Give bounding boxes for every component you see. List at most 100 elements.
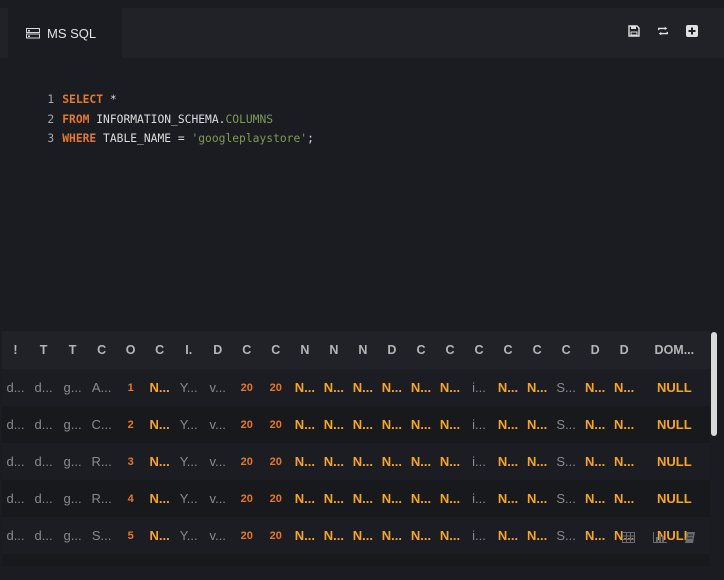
table-cell[interactable]: N... bbox=[522, 443, 552, 480]
add-icon[interactable] bbox=[686, 24, 698, 38]
table-cell[interactable]: 20 bbox=[232, 443, 262, 480]
table-cell[interactable]: NULL bbox=[638, 369, 710, 406]
table-cell[interactable]: d... bbox=[29, 443, 59, 480]
table-cell[interactable]: N... bbox=[290, 480, 320, 517]
column-header[interactable]: D bbox=[580, 331, 610, 369]
table-cell[interactable]: N... bbox=[580, 480, 610, 517]
table-cell[interactable]: R... bbox=[87, 480, 117, 517]
column-header[interactable]: T bbox=[29, 331, 59, 369]
column-header[interactable]: N bbox=[290, 331, 320, 369]
table-cell[interactable]: N... bbox=[319, 480, 349, 517]
refresh-icon[interactable] bbox=[657, 24, 669, 38]
column-header[interactable]: O bbox=[116, 331, 146, 369]
table-cell[interactable]: N... bbox=[319, 517, 349, 554]
table-cell[interactable]: d... bbox=[2, 480, 30, 517]
table-cell[interactable]: 4 bbox=[116, 480, 146, 517]
table-cell[interactable]: 20 bbox=[261, 369, 291, 406]
table-cell[interactable]: d... bbox=[2, 406, 30, 443]
table-row[interactable]: d... d... g... R... 3 N... Y... v... 20 20 N... N..… bbox=[2, 443, 710, 480]
table-cell[interactable]: N... bbox=[435, 406, 465, 443]
table-cell[interactable]: g... bbox=[58, 480, 88, 517]
table-row[interactable]: d... d... g... R... 4 N... Y... v... 20 20 N... N..… bbox=[2, 480, 710, 517]
table-cell[interactable]: S... bbox=[551, 369, 581, 406]
table-cell[interactable]: N bbox=[522, 554, 552, 566]
table-cell[interactable]: 2 bbox=[116, 406, 146, 443]
table-cell[interactable]: N... bbox=[406, 369, 436, 406]
table-cell[interactable]: d... bbox=[2, 443, 30, 480]
table-cell[interactable]: N... bbox=[435, 369, 465, 406]
table-cell[interactable]: d bbox=[29, 554, 59, 566]
table-cell[interactable]: N... bbox=[145, 480, 175, 517]
column-header[interactable]: C bbox=[464, 331, 494, 369]
table-cell[interactable]: g... bbox=[58, 369, 88, 406]
table-cell[interactable]: v... bbox=[203, 480, 233, 517]
table-cell[interactable]: NULL bbox=[638, 480, 710, 517]
table-cell[interactable]: N... bbox=[522, 480, 552, 517]
table-cell[interactable]: 20 bbox=[261, 406, 291, 443]
table-cell[interactable]: N... bbox=[493, 517, 523, 554]
table-cell[interactable]: i... bbox=[464, 443, 494, 480]
table-cell[interactable]: N bbox=[319, 554, 349, 566]
table-cell[interactable]: N... bbox=[493, 406, 523, 443]
table-cell[interactable]: v bbox=[203, 554, 233, 566]
column-header[interactable]: N bbox=[319, 331, 349, 369]
table-cell[interactable]: N... bbox=[377, 517, 407, 554]
table-cell[interactable]: S... bbox=[551, 517, 581, 554]
table-cell[interactable]: N... bbox=[406, 480, 436, 517]
column-header[interactable]: C bbox=[493, 331, 523, 369]
table-cell[interactable]: 20 bbox=[261, 443, 291, 480]
table-cell[interactable]: A... bbox=[87, 369, 117, 406]
table-cell[interactable]: 20 bbox=[232, 517, 262, 554]
table-cell[interactable]: N... bbox=[522, 406, 552, 443]
table-cell[interactable]: N... bbox=[609, 480, 639, 517]
table-cell[interactable]: g... bbox=[58, 443, 88, 480]
table-cell[interactable]: N... bbox=[406, 443, 436, 480]
column-header[interactable]: C bbox=[551, 331, 581, 369]
table-cell[interactable]: N... bbox=[290, 443, 320, 480]
table-cell[interactable]: d... bbox=[2, 517, 30, 554]
table-cell[interactable]: N... bbox=[580, 517, 610, 554]
table-cell[interactable]: N... bbox=[522, 369, 552, 406]
table-cell[interactable]: d... bbox=[29, 406, 59, 443]
table-row[interactable]: d... d... g... C... 2 N... Y... v... 20 20 N... N..… bbox=[2, 406, 710, 443]
table-cell[interactable]: N... bbox=[377, 406, 407, 443]
table-cell[interactable]: N... bbox=[290, 406, 320, 443]
table-cell[interactable]: g... bbox=[58, 406, 88, 443]
table-cell[interactable]: N... bbox=[319, 369, 349, 406]
column-header[interactable]: D bbox=[203, 331, 233, 369]
table-cell[interactable]: N bbox=[290, 554, 320, 566]
table-cell[interactable]: N... bbox=[145, 369, 175, 406]
column-header[interactable]: C bbox=[406, 331, 436, 369]
column-header[interactable]: ! bbox=[2, 331, 30, 369]
column-header[interactable]: I. bbox=[174, 331, 204, 369]
table-cell[interactable]: N... bbox=[406, 517, 436, 554]
table-cell[interactable]: N... bbox=[348, 443, 378, 480]
table-cell[interactable]: N bbox=[348, 554, 378, 566]
table-cell[interactable]: 20 bbox=[232, 369, 262, 406]
table-cell[interactable]: S bbox=[551, 554, 581, 566]
table-cell[interactable]: N bbox=[145, 554, 175, 566]
table-cell[interactable]: d bbox=[2, 554, 30, 566]
table-cell[interactable]: i bbox=[464, 554, 494, 566]
table-cell[interactable]: 20 bbox=[232, 480, 262, 517]
table-cell[interactable]: N bbox=[609, 554, 639, 566]
table-cell[interactable]: N... bbox=[377, 443, 407, 480]
table-cell[interactable]: N... bbox=[377, 480, 407, 517]
table-cell[interactable]: N... bbox=[290, 517, 320, 554]
table-cell[interactable]: N... bbox=[290, 369, 320, 406]
table-cell[interactable]: N... bbox=[609, 406, 639, 443]
table-cell[interactable]: N... bbox=[493, 480, 523, 517]
table-cell[interactable]: N... bbox=[377, 369, 407, 406]
table-cell[interactable]: N... bbox=[348, 406, 378, 443]
table-row[interactable]: d... d... g... S... 5 N... Y... v... 20 20 N... N..… bbox=[2, 517, 710, 554]
table-cell[interactable]: N... bbox=[145, 406, 175, 443]
table-view-icon[interactable] bbox=[622, 532, 636, 544]
table-row[interactable]: ddgI6NYv2020NNNNNNiNNSNNNULL bbox=[2, 554, 710, 566]
table-cell[interactable]: Y... bbox=[174, 517, 204, 554]
table-cell[interactable]: N bbox=[580, 554, 610, 566]
table-cell[interactable]: Y... bbox=[174, 480, 204, 517]
table-cell[interactable]: 20 bbox=[261, 517, 291, 554]
table-cell[interactable]: d... bbox=[2, 369, 30, 406]
table-cell[interactable]: Y... bbox=[174, 369, 204, 406]
table-cell[interactable]: N... bbox=[348, 369, 378, 406]
